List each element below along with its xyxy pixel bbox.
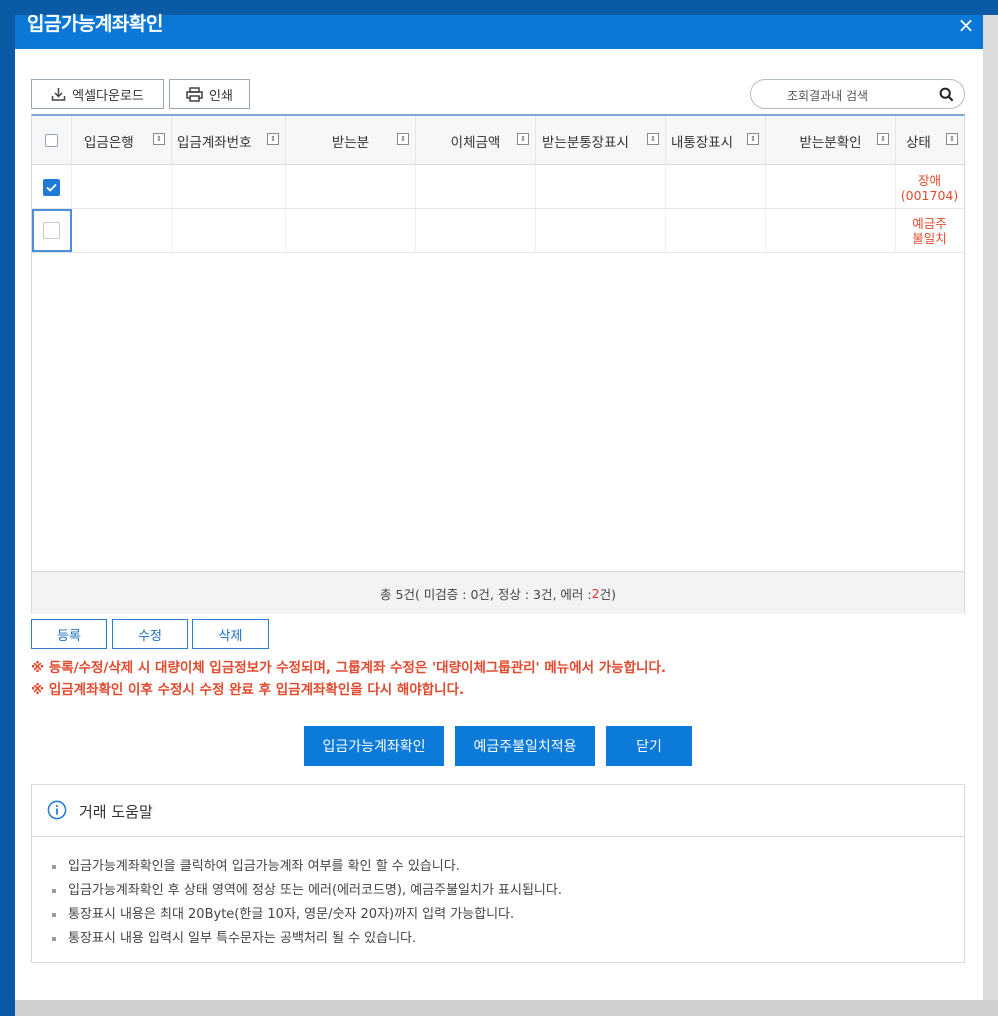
row-checkbox[interactable] bbox=[43, 179, 60, 196]
search-input[interactable]: 조회결과내 검색 bbox=[750, 79, 965, 109]
header-select-all bbox=[32, 116, 72, 165]
status-text: 불일치 bbox=[912, 231, 947, 246]
sort-icon[interactable]: ⇕ bbox=[397, 133, 409, 145]
notice-text: ※ 입금계좌확인 이후 수정시 수정 완료 후 입금계좌확인을 다시 해야합니다… bbox=[31, 682, 465, 698]
status-text: 장애 bbox=[917, 173, 941, 188]
status-text: 예금주 bbox=[912, 216, 947, 231]
apply-mismatch-button[interactable]: 예금주불일치적용 bbox=[455, 726, 595, 766]
download-icon bbox=[51, 87, 66, 101]
column-label: 입금계좌번호 bbox=[177, 134, 252, 151]
sort-icon[interactable]: ⇕ bbox=[267, 133, 279, 145]
sort-icon[interactable]: ⇕ bbox=[877, 133, 889, 145]
dialog: 입금가능계좌확인 × 엑셀다운로드 인쇄 조회결과내 검색 입금은행 ⇕ 입금계… bbox=[15, 13, 983, 1000]
column-label: 받는분확인 bbox=[799, 134, 862, 151]
column-header-bank[interactable]: 입금은행 ⇕ bbox=[72, 116, 172, 165]
grid-summary: 총 5건( 미검증 : 0건, 정상 : 3건, 에러 : 2 건) bbox=[32, 571, 964, 614]
print-button[interactable]: 인쇄 bbox=[169, 79, 250, 109]
column-label: 내통장표시 bbox=[671, 134, 734, 151]
dialog-titlebar: 입금가능계좌확인 × bbox=[15, 13, 983, 49]
printer-icon bbox=[186, 86, 203, 102]
status-cell: 장애 (001704) bbox=[895, 173, 964, 203]
notice-text: ※ 등록/수정/삭제 시 대량이체 입금정보가 수정되며, 그룹계좌 수정은 '… bbox=[31, 660, 666, 676]
sort-icon[interactable]: ⇕ bbox=[647, 133, 659, 145]
delete-button[interactable]: 삭제 bbox=[192, 619, 269, 649]
column-header-recipient[interactable]: 받는분 ⇕ bbox=[286, 116, 416, 165]
sort-icon[interactable]: ⇕ bbox=[946, 133, 958, 145]
column-header-recipient-memo[interactable]: 받는분통장표시 ⇕ bbox=[536, 116, 666, 165]
column-header-account[interactable]: 입금계좌번호 ⇕ bbox=[172, 116, 286, 165]
column-label: 받는분통장표시 bbox=[542, 134, 629, 151]
table-row[interactable]: 장애 (001704) bbox=[32, 165, 964, 209]
close-icon[interactable]: × bbox=[955, 15, 977, 37]
help-item: 통장표시 내용은 최대 20Byte(한글 10자, 영문/숫자 20자)까지 … bbox=[52, 903, 514, 922]
result-grid: 입금은행 ⇕ 입금계좌번호 ⇕ 받는분 ⇕ 이체금액 ⇕ 받는분통장표시 ⇕ 내… bbox=[31, 114, 965, 614]
register-button[interactable]: 등록 bbox=[31, 619, 107, 649]
column-label: 입금은행 bbox=[84, 134, 134, 151]
status-code: (001704) bbox=[900, 188, 959, 203]
shadow-bottom bbox=[15, 1000, 998, 1016]
print-label: 인쇄 bbox=[209, 88, 233, 104]
summary-prefix: 총 5건( 미검증 : 0건, 정상 : 3건, 에러 : bbox=[380, 586, 592, 602]
select-all-checkbox[interactable] bbox=[45, 134, 58, 147]
table-row[interactable]: 예금주 불일치 bbox=[32, 209, 964, 253]
shadow-right bbox=[983, 15, 998, 1016]
help-header: 거래 도움말 bbox=[32, 785, 964, 837]
sort-icon[interactable]: ⇕ bbox=[517, 133, 529, 145]
info-icon bbox=[47, 800, 67, 820]
help-item: 통장표시 내용 입력시 일부 특수문자는 공백처리 될 수 있습니다. bbox=[52, 927, 416, 946]
summary-suffix: 건) bbox=[599, 586, 616, 602]
sort-icon[interactable]: ⇕ bbox=[747, 133, 759, 145]
close-button[interactable]: 닫기 bbox=[606, 726, 692, 766]
help-title: 거래 도움말 bbox=[79, 803, 153, 821]
column-header-amount[interactable]: 이체금액 ⇕ bbox=[416, 116, 536, 165]
grid-header: 입금은행 ⇕ 입금계좌번호 ⇕ 받는분 ⇕ 이체금액 ⇕ 받는분통장표시 ⇕ 내… bbox=[32, 116, 964, 165]
column-header-recipient-check[interactable]: 받는분확인 ⇕ bbox=[766, 116, 896, 165]
dialog-title: 입금가능계좌확인 bbox=[27, 13, 163, 35]
excel-download-button[interactable]: 엑셀다운로드 bbox=[31, 79, 164, 109]
status-cell: 예금주 불일치 bbox=[895, 216, 964, 246]
check-icon bbox=[46, 183, 57, 192]
column-label: 이체금액 bbox=[450, 134, 501, 151]
column-label: 받는분 bbox=[331, 134, 370, 151]
search-icon[interactable] bbox=[939, 87, 954, 102]
sort-icon[interactable]: ⇕ bbox=[153, 133, 165, 145]
row-checkbox[interactable] bbox=[43, 222, 60, 239]
confirm-account-button[interactable]: 입금가능계좌확인 bbox=[304, 726, 444, 766]
search-placeholder: 조회결과내 검색 bbox=[787, 89, 869, 103]
column-header-status[interactable]: 상태 ⇕ bbox=[896, 116, 964, 165]
excel-download-label: 엑셀다운로드 bbox=[72, 88, 144, 104]
help-item: 입금가능계좌확인 후 상태 영역에 정상 또는 에러(에러코드명), 예금주불일… bbox=[52, 879, 562, 898]
help-item: 입금가능계좌확인을 클릭하여 입금가능계좌 여부를 확인 할 수 있습니다. bbox=[52, 855, 460, 874]
help-panel: 거래 도움말 입금가능계좌확인을 클릭하여 입금가능계좌 여부를 확인 할 수 … bbox=[31, 784, 965, 963]
edit-button[interactable]: 수정 bbox=[112, 619, 188, 649]
column-label: 상태 bbox=[906, 134, 931, 151]
column-header-my-memo[interactable]: 내통장표시 ⇕ bbox=[666, 116, 766, 165]
summary-error-count: 2 bbox=[591, 585, 600, 601]
